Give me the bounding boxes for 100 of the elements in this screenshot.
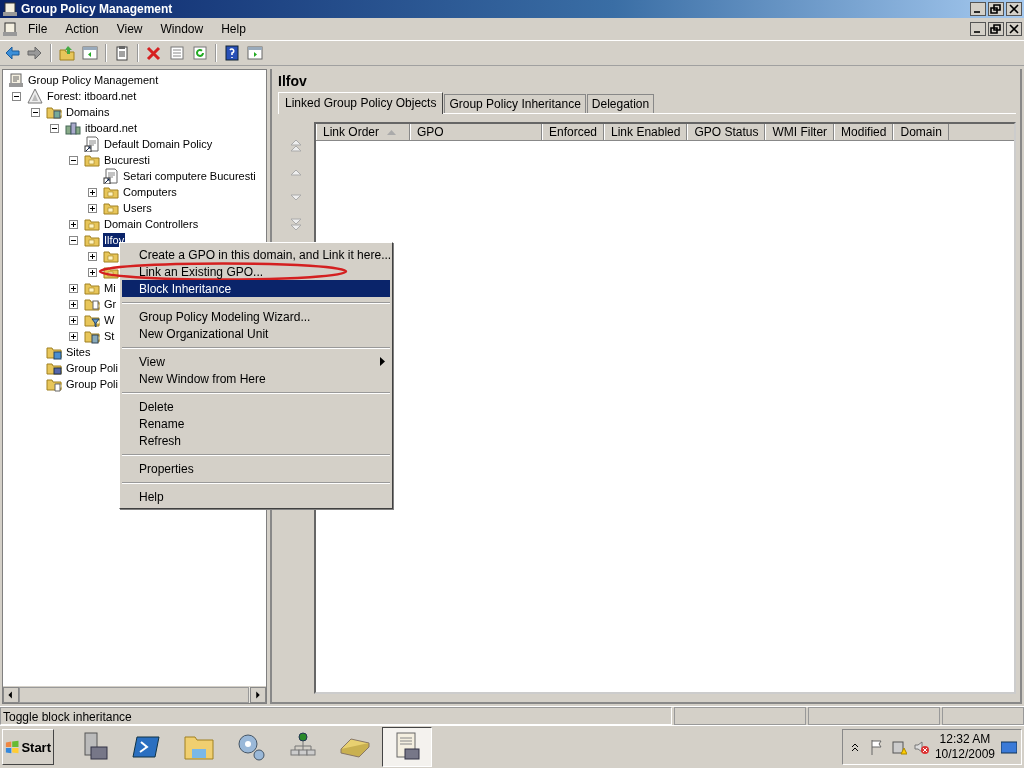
console-tree-button[interactable] bbox=[80, 43, 100, 63]
tree-item[interactable]: Default Domain Policy bbox=[103, 137, 214, 151]
tree-item[interactable]: Group Poli bbox=[65, 361, 119, 375]
folder-icon bbox=[103, 200, 119, 216]
expand-icon[interactable] bbox=[69, 283, 78, 293]
expand-icon[interactable] bbox=[69, 315, 78, 325]
windows-logo-icon bbox=[5, 739, 20, 755]
column-header[interactable]: GPO Status bbox=[687, 124, 766, 140]
folder-icon bbox=[84, 280, 100, 296]
column-header[interactable]: WMI Filter bbox=[765, 124, 835, 140]
folder-icon bbox=[84, 216, 100, 232]
column-header[interactable]: GPO bbox=[410, 124, 542, 140]
folder-up-icon bbox=[59, 45, 75, 61]
menu-item[interactable]: File bbox=[20, 20, 56, 38]
forward-icon bbox=[27, 45, 43, 61]
volume-muted-icon[interactable] bbox=[912, 739, 929, 755]
tree-item[interactable]: Group Poli bbox=[65, 377, 119, 391]
collapse-icon[interactable] bbox=[12, 91, 21, 101]
menu-item[interactable]: Action bbox=[57, 20, 107, 38]
sites-icon bbox=[46, 344, 62, 360]
tree-item[interactable]: Gr bbox=[103, 297, 118, 311]
menu-item[interactable]: View bbox=[108, 20, 151, 38]
folder-icon bbox=[84, 232, 100, 248]
minimize-icon[interactable] bbox=[970, 22, 986, 36]
minimize-icon[interactable] bbox=[970, 2, 986, 16]
folder-icon bbox=[103, 264, 119, 280]
help-button[interactable] bbox=[222, 43, 242, 63]
close-icon[interactable] bbox=[1006, 22, 1022, 36]
menu-item[interactable]: Window bbox=[152, 20, 212, 38]
domain-icon bbox=[65, 120, 81, 136]
tab[interactable]: Linked Group Policy Objects bbox=[278, 92, 444, 114]
tree-item[interactable]: Sites bbox=[65, 345, 92, 359]
tab[interactable]: Delegation bbox=[586, 94, 655, 113]
refresh-button[interactable] bbox=[190, 43, 210, 63]
gpofolder-icon bbox=[84, 296, 100, 312]
menu-item[interactable]: Block Inheritance bbox=[122, 280, 390, 297]
tree-item[interactable]: W bbox=[103, 313, 116, 327]
help-icon bbox=[224, 45, 240, 61]
folder-icon bbox=[103, 248, 119, 264]
back-icon bbox=[4, 45, 20, 61]
scrollbar-thumb[interactable] bbox=[19, 687, 249, 703]
collapse-icon[interactable] bbox=[31, 107, 40, 117]
show-desktop-icon[interactable] bbox=[1001, 739, 1017, 755]
window-title: Group Policy Management bbox=[21, 2, 174, 16]
expand-icon[interactable] bbox=[69, 299, 78, 309]
gears-icon bbox=[235, 731, 267, 763]
status-text: Toggle block inheritance bbox=[0, 707, 672, 725]
taskbar-button[interactable] bbox=[382, 727, 432, 767]
properties-icon bbox=[169, 45, 185, 61]
console-tree-icon bbox=[82, 45, 98, 61]
scroll-left-icon[interactable] bbox=[3, 687, 19, 703]
column-header[interactable]: Modified bbox=[834, 124, 894, 140]
column-header[interactable]: Enforced bbox=[542, 124, 605, 140]
column-header[interactable]: Domain bbox=[893, 124, 949, 140]
starter-icon bbox=[84, 328, 100, 344]
flag-icon[interactable] bbox=[868, 739, 885, 755]
tree-item[interactable]: Forest: itboard.net bbox=[46, 89, 138, 103]
clock-time[interactable]: 12:32 AM bbox=[939, 732, 991, 747]
start-button[interactable]: Start bbox=[2, 729, 54, 765]
forest-icon bbox=[27, 88, 43, 104]
tree-item[interactable]: Domains bbox=[65, 105, 111, 119]
gpo-icon bbox=[103, 168, 119, 184]
app-icon bbox=[2, 1, 18, 17]
delete-icon bbox=[146, 45, 162, 61]
tree-item[interactable]: Bucuresti bbox=[103, 153, 151, 167]
document-icon bbox=[2, 21, 18, 37]
expand-icon[interactable] bbox=[88, 251, 97, 261]
collapse-icon[interactable] bbox=[69, 155, 78, 165]
restore-icon[interactable] bbox=[988, 22, 1004, 36]
restore-icon[interactable] bbox=[988, 2, 1004, 16]
tree-item[interactable]: St bbox=[103, 329, 116, 343]
tab[interactable]: Group Policy Inheritance bbox=[444, 94, 586, 113]
tree-item[interactable]: Mi bbox=[103, 281, 117, 295]
collapse-icon[interactable] bbox=[50, 123, 59, 133]
scroll-right-icon[interactable] bbox=[250, 687, 266, 703]
clock-date[interactable]: 10/12/2009 bbox=[934, 747, 995, 762]
gpo-icon bbox=[84, 136, 100, 152]
close-icon[interactable] bbox=[1006, 2, 1022, 16]
expand-icon[interactable] bbox=[69, 219, 78, 229]
tree-item[interactable]: Domain Controllers bbox=[103, 217, 200, 231]
tree-item[interactable]: Group Policy Management bbox=[27, 73, 160, 87]
folder-icon bbox=[84, 152, 100, 168]
expand-icon[interactable] bbox=[88, 203, 97, 213]
collapse-icon[interactable] bbox=[69, 235, 78, 245]
refresh-icon bbox=[192, 45, 208, 61]
domains-icon bbox=[46, 104, 62, 120]
expand-icon[interactable] bbox=[69, 331, 78, 341]
tree-item[interactable]: Setari computere Bucuresti bbox=[122, 169, 257, 183]
console-icon bbox=[8, 72, 24, 88]
column-header[interactable]: Link Enabled bbox=[604, 124, 688, 140]
action-pane-icon bbox=[247, 45, 263, 61]
folder-icon bbox=[103, 184, 119, 200]
expand-icon[interactable] bbox=[88, 187, 97, 197]
tree-item[interactable]: Computers bbox=[122, 185, 178, 199]
tree-item[interactable]: itboard.net bbox=[84, 121, 138, 135]
column-header[interactable]: Link Order bbox=[316, 124, 410, 140]
menu-item[interactable]: Help bbox=[213, 20, 254, 38]
tree-item[interactable]: Users bbox=[122, 201, 153, 215]
expand-icon[interactable] bbox=[88, 267, 97, 277]
modeling-icon bbox=[46, 360, 62, 376]
